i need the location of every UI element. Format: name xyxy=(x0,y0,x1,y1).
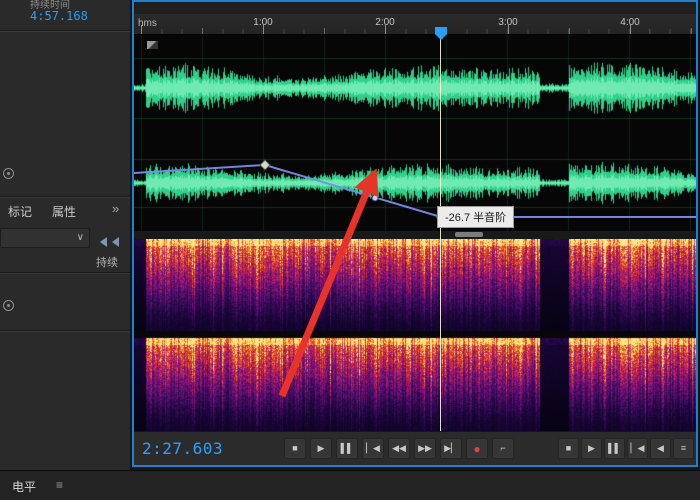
tab-markers[interactable]: 标记 xyxy=(8,203,32,220)
stop-button-2[interactable]: ■ xyxy=(558,438,579,459)
major-tick xyxy=(630,25,631,34)
tabs-overflow-button[interactable]: » xyxy=(112,201,119,216)
minor-tick xyxy=(691,28,692,34)
transport-menu-button[interactable]: ≡ xyxy=(673,438,694,459)
nudge-icons[interactable] xyxy=(100,234,124,252)
divider xyxy=(0,30,130,31)
transport-buttons-right: ■ ▶ ▌▌ ▏◀ ◀ ≡ xyxy=(558,438,694,459)
envelope-keyframe[interactable] xyxy=(259,159,271,171)
skip-start-button[interactable]: ▏◀ xyxy=(627,438,648,459)
timeline-ruler[interactable]: hms 1:00 2:00 3:00 4:00 xyxy=(134,14,696,35)
tab-levels[interactable]: 电平 xyxy=(12,478,36,495)
minor-tick xyxy=(324,28,325,34)
chevron-down-icon: ∨ xyxy=(76,232,84,243)
playhead-time-display: 2:27.603 xyxy=(142,439,224,458)
divider xyxy=(0,272,130,273)
info-icon[interactable] xyxy=(3,168,14,179)
divider xyxy=(0,196,130,197)
spectrogram-display[interactable] xyxy=(134,239,696,431)
volume-envelope-layer[interactable] xyxy=(134,35,696,231)
envelope-line[interactable] xyxy=(134,163,696,218)
pause-button-2[interactable]: ▌▌ xyxy=(604,438,625,459)
left-sidebar: 持续时间 4:57.168 标记 属性 » ∨ 持续 xyxy=(0,0,130,470)
duration-stat-value: 4:57.168 xyxy=(30,9,88,23)
skip-back-button[interactable]: ▏◀ xyxy=(362,438,384,459)
h-scrollbar-thumb[interactable] xyxy=(455,232,483,237)
duration-mode-label: 持续 xyxy=(96,257,118,269)
minor-tick xyxy=(202,28,203,34)
editor-top-strip xyxy=(134,2,696,14)
arrow-left-icon xyxy=(112,237,119,247)
panel-splitter[interactable] xyxy=(134,231,696,239)
play-button-2[interactable]: ▶ xyxy=(581,438,602,459)
envelope-keyframe[interactable] xyxy=(371,194,379,202)
cue-button[interactable]: ⌐ xyxy=(492,438,514,459)
playhead-line xyxy=(440,35,441,431)
major-tick xyxy=(508,25,509,34)
info-icon[interactable] xyxy=(3,300,14,311)
tab-properties[interactable]: 属性 xyxy=(52,203,76,220)
transport-bar: 2:27.603 ■ ▶ ▌▌ ▏◀ ◀◀ ▶▶ ▶▏ ● ⌐ ■ ▶ ▌▌ ▏… xyxy=(134,431,696,465)
circle-icon xyxy=(3,168,14,179)
skip-forward-button[interactable]: ▶▏ xyxy=(440,438,462,459)
preset-dropdown[interactable]: ∨ xyxy=(0,228,90,248)
stop-button[interactable]: ■ xyxy=(284,438,306,459)
panel-menu-icon[interactable]: ≡ xyxy=(56,478,63,492)
circle-icon xyxy=(3,300,14,311)
minor-tick xyxy=(569,28,570,34)
major-tick xyxy=(385,25,386,34)
waveform-editor-panel: hms 1:00 2:00 3:00 4:00 -26.7 半音阶 2:27.6… xyxy=(132,0,698,467)
pause-button[interactable]: ▌▌ xyxy=(336,438,358,459)
divider xyxy=(0,330,130,331)
audition-window: 持续时间 4:57.168 标记 属性 » ∨ 持续 hms 1:00 2:00… xyxy=(0,0,700,500)
play-button[interactable]: ▶ xyxy=(310,438,332,459)
major-tick xyxy=(263,25,264,34)
levels-panel-strip: 电平 ≡ xyxy=(0,470,700,500)
fast-forward-button[interactable]: ▶▶ xyxy=(414,438,436,459)
rewind-button[interactable]: ◀◀ xyxy=(388,438,410,459)
record-button[interactable]: ● xyxy=(466,438,488,459)
transport-buttons-left: ■ ▶ ▌▌ ▏◀ ◀◀ ▶▶ ▶▏ ● ⌐ xyxy=(284,438,514,459)
arrow-left-icon xyxy=(100,237,107,247)
sidebar-tabs: 标记 属性 » xyxy=(0,201,130,222)
step-back-button[interactable]: ◀ xyxy=(650,438,671,459)
major-tick xyxy=(141,25,142,34)
envelope-value-tooltip: -26.7 半音阶 xyxy=(437,206,515,228)
